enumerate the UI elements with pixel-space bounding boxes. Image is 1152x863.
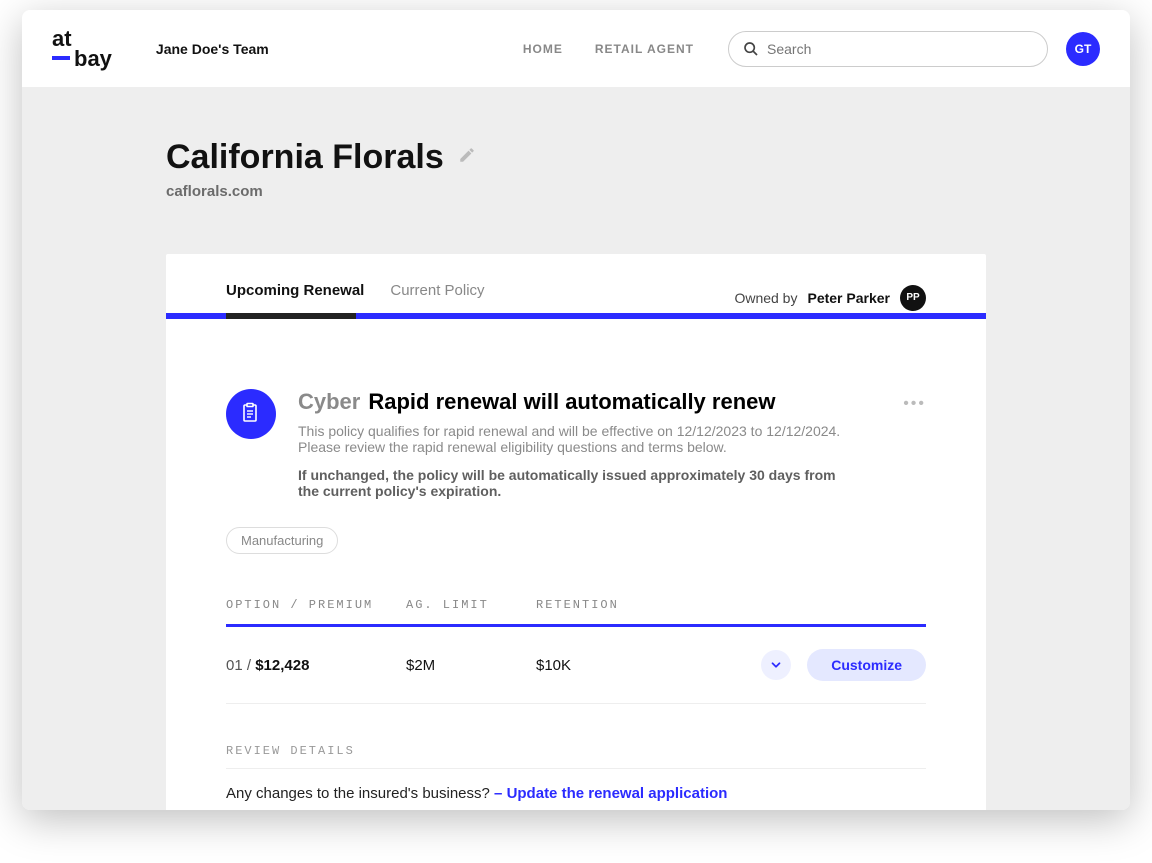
tab-underline xyxy=(166,313,986,319)
page-title: California Florals xyxy=(166,138,444,177)
page-title-row: California Florals xyxy=(166,138,986,177)
search-input[interactable] xyxy=(767,41,1033,57)
nav-home[interactable]: HOME xyxy=(523,42,563,56)
tab-current-policy[interactable]: Current Policy xyxy=(390,282,484,313)
search-box[interactable] xyxy=(728,31,1048,67)
renewal-note: If unchanged, the policy will be automat… xyxy=(298,467,858,499)
expand-row-button[interactable] xyxy=(761,650,791,680)
logo-dash-icon xyxy=(52,56,70,60)
search-icon xyxy=(743,41,759,57)
owner-name: Peter Parker xyxy=(807,290,890,306)
update-application-link[interactable]: Update the renewal application xyxy=(507,785,728,802)
user-avatar[interactable]: GT xyxy=(1066,32,1100,66)
option-premium-cell: 01 / $12,428 xyxy=(226,657,406,674)
chevron-down-icon xyxy=(769,658,783,672)
renewal-title: Cyber Rapid renewal will automatically r… xyxy=(298,389,858,415)
owned-by-label: Owned by xyxy=(734,290,797,306)
renewal-header: Cyber Rapid renewal will automatically r… xyxy=(226,389,926,499)
logo-line2-text: bay xyxy=(74,49,112,69)
options-table-header: OPTION / PREMIUM AG. LIMIT RETENTION xyxy=(226,598,926,627)
topbar: at bay Jane Doe's Team HOME RETAIL AGENT… xyxy=(22,10,1130,88)
col-header-retention: RETENTION xyxy=(536,598,696,612)
team-name[interactable]: Jane Doe's Team xyxy=(156,41,269,57)
more-options-icon[interactable]: ••• xyxy=(903,395,926,413)
renewal-description: This policy qualifies for rapid renewal … xyxy=(298,423,858,455)
edit-icon[interactable] xyxy=(458,146,476,169)
retention-value: $10K xyxy=(536,657,696,674)
review-question-line: Any changes to the insured's business? –… xyxy=(226,785,926,802)
nav-retail-agent[interactable]: RETAIL AGENT xyxy=(595,42,694,56)
policy-card: Upcoming Renewal Current Policy Owned by… xyxy=(166,254,986,810)
option-number: 01 / xyxy=(226,657,251,674)
option-row: 01 / $12,428 $2M $10K Customize xyxy=(226,627,926,704)
renewal-title-main: Rapid renewal will automatically renew xyxy=(368,389,775,415)
owner-avatar[interactable]: PP xyxy=(900,285,926,311)
policy-document-icon xyxy=(226,389,276,439)
col-header-option: OPTION / PREMIUM xyxy=(226,598,406,612)
review-separator: – xyxy=(494,785,502,802)
limit-value: $2M xyxy=(406,657,536,674)
review-details-header: REVIEW DETAILS xyxy=(226,744,926,769)
renewal-section: Cyber Rapid renewal will automatically r… xyxy=(166,319,986,810)
logo: at bay xyxy=(52,29,112,69)
app-frame: at bay Jane Doe's Team HOME RETAIL AGENT… xyxy=(22,10,1130,810)
owner-info: Owned by Peter Parker PP xyxy=(734,285,926,311)
company-domain: caflorals.com xyxy=(166,183,986,200)
logo-line2: bay xyxy=(52,49,112,69)
premium-value: $12,428 xyxy=(255,657,309,674)
col-header-limit: AG. LIMIT xyxy=(406,598,536,612)
page-body: California Florals caflorals.com Upcomin… xyxy=(22,88,1130,810)
tab-upcoming-renewal[interactable]: Upcoming Renewal xyxy=(226,282,364,313)
active-tab-indicator xyxy=(226,313,356,319)
review-question: Any changes to the insured's business? xyxy=(226,785,490,802)
renewal-title-prefix: Cyber xyxy=(298,389,360,415)
tabs-row: Upcoming Renewal Current Policy Owned by… xyxy=(166,254,986,313)
industry-chip: Manufacturing xyxy=(226,527,338,554)
customize-button[interactable]: Customize xyxy=(807,649,926,681)
